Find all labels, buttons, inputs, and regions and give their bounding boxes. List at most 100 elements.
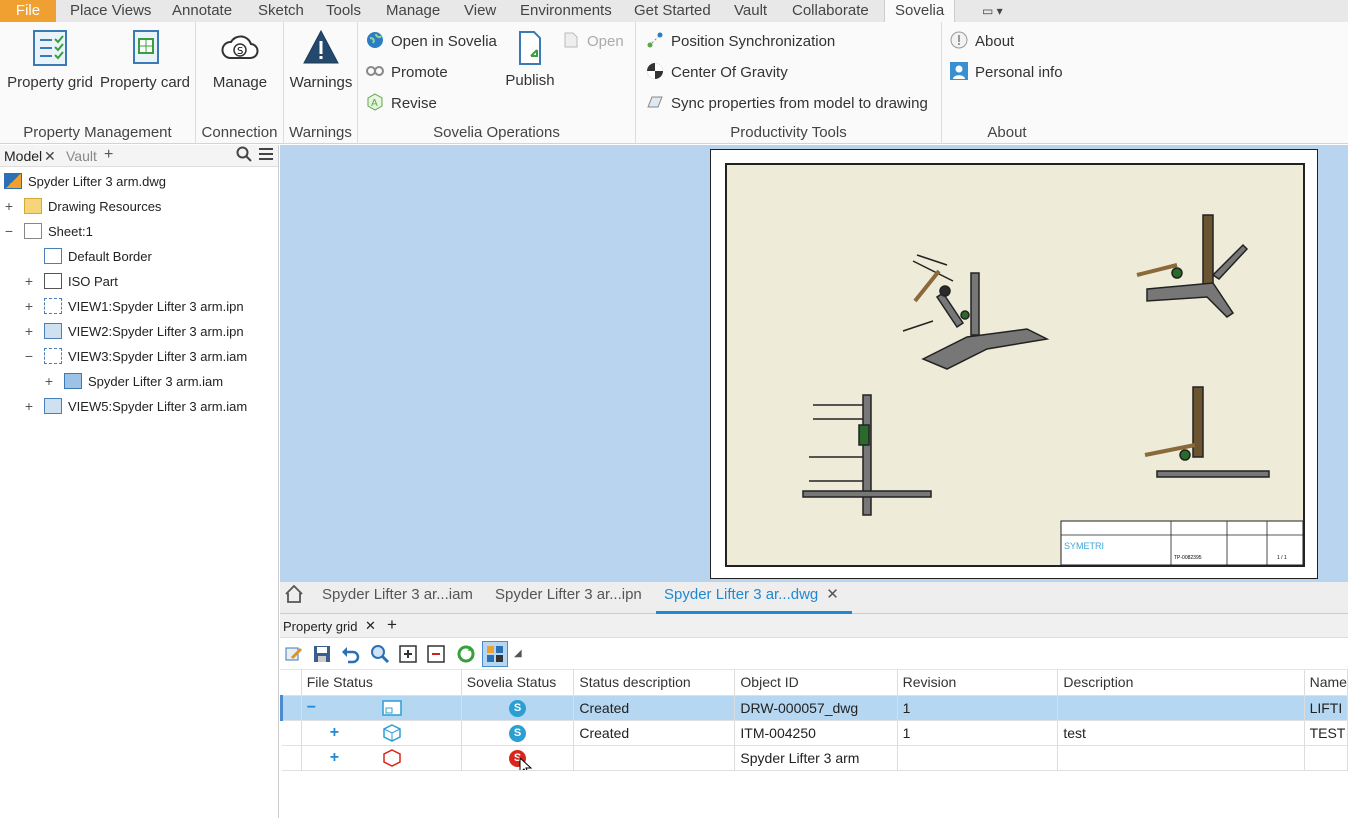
collapse-icon[interactable]: −	[24, 348, 34, 364]
cell-description[interactable]: test	[1057, 720, 1305, 746]
cell-description[interactable]	[1057, 745, 1305, 771]
tree-node-view3[interactable]: VIEW3:Spyder Lifter 3 arm.iam	[44, 346, 247, 368]
home-icon[interactable]	[284, 584, 304, 616]
collapse-icon[interactable]: −	[307, 699, 316, 716]
cell-status-description[interactable]: Created	[573, 720, 736, 746]
column-header[interactable]: Status description	[573, 670, 736, 696]
zoom-icon[interactable]	[370, 644, 390, 664]
menu-sovelia[interactable]: Sovelia	[884, 0, 956, 22]
tree-node-sheet[interactable]: Sheet:1	[24, 221, 93, 243]
personal-info-button[interactable]: Personal info	[950, 61, 1063, 85]
expand-icon[interactable]: +	[330, 749, 339, 766]
center-of-gravity-button[interactable]: Center Of Gravity	[646, 61, 788, 85]
publish-button[interactable]: Publish	[500, 30, 560, 89]
cell-object-id[interactable]: Spyder Lifter 3 arm	[734, 745, 898, 771]
close-icon[interactable]: ✕	[365, 618, 376, 634]
cell-revision[interactable]: 1	[897, 720, 1059, 746]
sync-properties-icon	[646, 93, 664, 111]
sync-properties-label: Sync properties from model to drawing	[671, 95, 928, 112]
cell-description[interactable]	[1057, 695, 1305, 721]
collapse-all-icon[interactable]	[426, 644, 446, 664]
menu-icon[interactable]	[258, 146, 274, 165]
close-icon[interactable]: ✕	[826, 586, 839, 603]
add-tab-icon[interactable]: +	[387, 615, 397, 635]
menu-place-views[interactable]: Place Views	[60, 0, 161, 22]
tab-property-grid[interactable]: Property grid	[283, 619, 357, 634]
cell-status-description[interactable]	[573, 745, 736, 771]
expand-icon[interactable]: +	[24, 398, 34, 414]
tree-node-drawing-resources[interactable]: Drawing Resources	[24, 196, 161, 218]
tab-model[interactable]: Model	[4, 148, 42, 164]
tab-ipn[interactable]: Spyder Lifter 3 ar...ipn	[495, 582, 642, 614]
about-button[interactable]: About	[950, 30, 1014, 54]
column-header[interactable]: Name	[1304, 670, 1348, 696]
manage-button[interactable]: S Manage	[200, 28, 280, 91]
menu-environments[interactable]: Environments	[510, 0, 622, 22]
search-icon[interactable]	[236, 146, 252, 165]
expand-icon[interactable]: +	[24, 298, 34, 314]
tree-node-iso-part[interactable]: ISO Part	[44, 271, 118, 293]
tree-node-view1[interactable]: VIEW1:Spyder Lifter 3 arm.ipn	[44, 296, 244, 318]
cell-name[interactable]: LIFTI	[1304, 695, 1348, 721]
tab-iam[interactable]: Spyder Lifter 3 ar...iam	[322, 582, 473, 614]
cell-revision[interactable]: 1	[897, 695, 1059, 721]
column-header[interactable]: Revision	[897, 670, 1059, 696]
collapse-icon[interactable]: −	[4, 223, 14, 239]
tree-node-default-border[interactable]: Default Border	[44, 246, 152, 268]
save-icon[interactable]	[312, 644, 332, 664]
expand-icon[interactable]: +	[24, 273, 34, 289]
property-card-button[interactable]: Property card	[98, 28, 192, 91]
menu-collaborate[interactable]: Collaborate	[782, 0, 879, 22]
tree-node-assembly[interactable]: Spyder Lifter 3 arm.iam	[64, 371, 223, 393]
undo-icon[interactable]	[340, 644, 360, 664]
menu-file[interactable]: File	[0, 0, 56, 22]
add-tab-icon[interactable]: +	[104, 146, 113, 164]
column-header[interactable]: Description	[1057, 670, 1305, 696]
layout-icon[interactable]	[482, 641, 508, 667]
tab-vault[interactable]: Vault	[66, 148, 97, 164]
cell-name[interactable]: TEST	[1304, 720, 1348, 746]
menu-tools[interactable]: Tools	[316, 0, 371, 22]
sync-properties-button[interactable]: Sync properties from model to drawing	[646, 92, 928, 116]
cell-object-id[interactable]: DRW-000057_dwg	[734, 695, 898, 721]
refresh-icon[interactable]	[456, 644, 476, 664]
menu-view[interactable]: View	[454, 0, 506, 22]
menu-annotate[interactable]: Annotate	[162, 0, 242, 22]
column-header[interactable]: File Status	[301, 670, 462, 696]
close-icon[interactable]: ✕	[44, 148, 56, 165]
menu-manage[interactable]: Manage	[376, 0, 450, 22]
revise-button[interactable]: A Revise	[366, 92, 437, 116]
drawing-viewport[interactable]: SYMETRI TP-0082395 1 / 1	[280, 145, 1348, 582]
table-row[interactable]: − S Created DRW-000057_dwg 1 LIFTI	[280, 695, 1348, 721]
panel-dropdown-icon[interactable]: ▭ ▾	[972, 0, 1013, 22]
open-in-sovelia-button[interactable]: Open in Sovelia	[366, 30, 497, 54]
globe-icon	[366, 31, 384, 49]
cell-status-description[interactable]: Created	[573, 695, 736, 721]
property-grid-button[interactable]: Property grid	[4, 28, 96, 91]
tree-node-view5[interactable]: VIEW5:Spyder Lifter 3 arm.iam	[44, 396, 247, 418]
promote-button[interactable]: Promote	[366, 61, 448, 85]
tree-node-drawing[interactable]: Spyder Lifter 3 arm.dwg	[4, 171, 166, 193]
menu-vault[interactable]: Vault	[724, 0, 777, 22]
table-row[interactable]: + S Spyder Lifter 3 arm	[281, 745, 1348, 771]
column-header[interactable]: Sovelia Status	[461, 670, 575, 696]
expand-all-icon[interactable]	[398, 644, 418, 664]
cell-revision[interactable]	[897, 745, 1059, 771]
expand-icon[interactable]: +	[4, 198, 14, 214]
cell-name[interactable]	[1304, 745, 1348, 771]
menu-sketch[interactable]: Sketch	[248, 0, 314, 22]
warnings-button[interactable]: Warnings	[286, 28, 356, 91]
edit-icon[interactable]	[284, 644, 304, 664]
cell-object-id[interactable]: ITM-004250	[734, 720, 898, 746]
tree-node-view2[interactable]: VIEW2:Spyder Lifter 3 arm.ipn	[44, 321, 244, 343]
expand-icon[interactable]: +	[330, 724, 339, 741]
expand-icon[interactable]: +	[44, 373, 54, 389]
tab-dwg[interactable]: Spyder Lifter 3 ar...dwg ✕	[656, 582, 852, 614]
open-button[interactable]: Open	[562, 30, 624, 54]
expand-icon[interactable]: +	[24, 323, 34, 339]
chevron-down-icon[interactable]: ◢	[514, 648, 534, 668]
table-row[interactable]: + S Created ITM-004250 1 test TEST	[281, 720, 1348, 746]
position-sync-button[interactable]: Position Synchronization	[646, 30, 835, 54]
column-header[interactable]: Object ID	[734, 670, 898, 696]
menu-get-started[interactable]: Get Started	[624, 0, 721, 22]
